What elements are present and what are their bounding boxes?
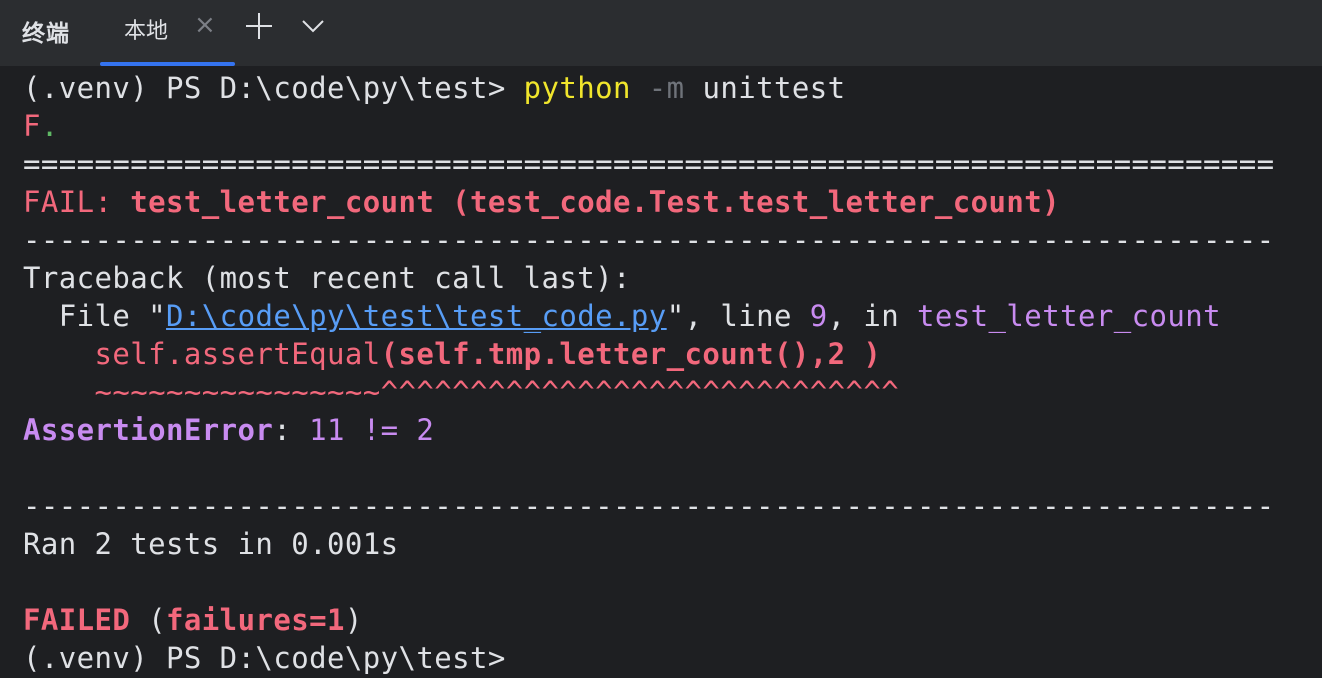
pass-marker: . — [40, 109, 59, 143]
traceback-file-line: File "D:\code\py\test\test_code.py", lin… — [23, 297, 1221, 335]
failed-close-paren: ) — [344, 603, 363, 637]
traceback-code-line: self.assertEqual(self.tmp.letter_count()… — [23, 335, 881, 373]
file-prefix: File " — [23, 299, 167, 333]
code-call: self.assertEqual — [23, 337, 381, 371]
file-in-text: , in — [827, 299, 918, 333]
chevron-down-icon — [302, 20, 324, 33]
code-args: (self.tmp.letter_count(),2 ) — [380, 337, 882, 371]
tab-label: 本地 — [124, 19, 169, 44]
tool-window-title: 终端 — [22, 21, 70, 47]
fail-marker: F — [23, 109, 41, 143]
tab-options-dropdown[interactable] — [296, 4, 330, 48]
separator-equals: ========================================… — [23, 147, 1275, 181]
exception-colon: : — [273, 413, 310, 447]
new-tab-button[interactable] — [242, 4, 276, 48]
test-result-markers: F. — [23, 107, 59, 145]
line-number: 9 — [809, 299, 828, 333]
failed-test-name: test_letter_count (test_code.Test.test_l… — [130, 185, 1061, 219]
tab-local[interactable]: 本地 × — [100, 0, 235, 66]
exception-name: AssertionError — [23, 413, 274, 447]
command-name: python — [523, 71, 631, 105]
function-name: test_letter_count — [917, 299, 1221, 333]
exception-message: 11 != 2 — [309, 413, 435, 447]
failed-open-paren: ( — [130, 603, 167, 637]
assertion-error-line: AssertionError: 11 != 2 — [23, 411, 434, 449]
error-caret-marker: ~~~~~~~~~~~~~~~~^^^^^^^^^^^^^^^^^^^^^^^^… — [23, 375, 900, 409]
file-line-text: ", line — [666, 299, 810, 333]
separator-dashes-2: ----------------------------------------… — [23, 489, 1275, 523]
terminal-tool-window-header: 终端 本地 × — [0, 0, 1322, 66]
shell-prompt: (.venv) PS D:\code\py\test> — [23, 71, 524, 105]
failures-count: failures=1 — [166, 603, 345, 637]
terminal-output[interactable]: (.venv) PS D:\code\py\test> python -m un… — [0, 66, 1322, 678]
separator-dashes: ----------------------------------------… — [23, 223, 1275, 257]
ran-summary: Ran 2 tests in 0.001s — [23, 527, 399, 561]
command-line: (.venv) PS D:\code\py\test> python -m un… — [23, 69, 845, 107]
failed-label: FAILED — [23, 603, 131, 637]
failed-summary: FAILED (failures=1) — [23, 601, 363, 639]
final-prompt: (.venv) PS D:\code\py\test> — [23, 641, 506, 675]
traceback-header: Traceback (most recent call last): — [23, 261, 631, 295]
close-icon[interactable]: × — [194, 10, 216, 40]
command-argument: unittest — [684, 71, 846, 105]
fail-header: FAIL: test_letter_count (test_code.Test.… — [23, 183, 1060, 221]
command-flag: -m — [630, 71, 685, 105]
file-path-link[interactable]: D:\code\py\test\test_code.py — [166, 299, 667, 333]
plus-icon — [246, 13, 272, 39]
fail-label: FAIL: — [23, 185, 131, 219]
